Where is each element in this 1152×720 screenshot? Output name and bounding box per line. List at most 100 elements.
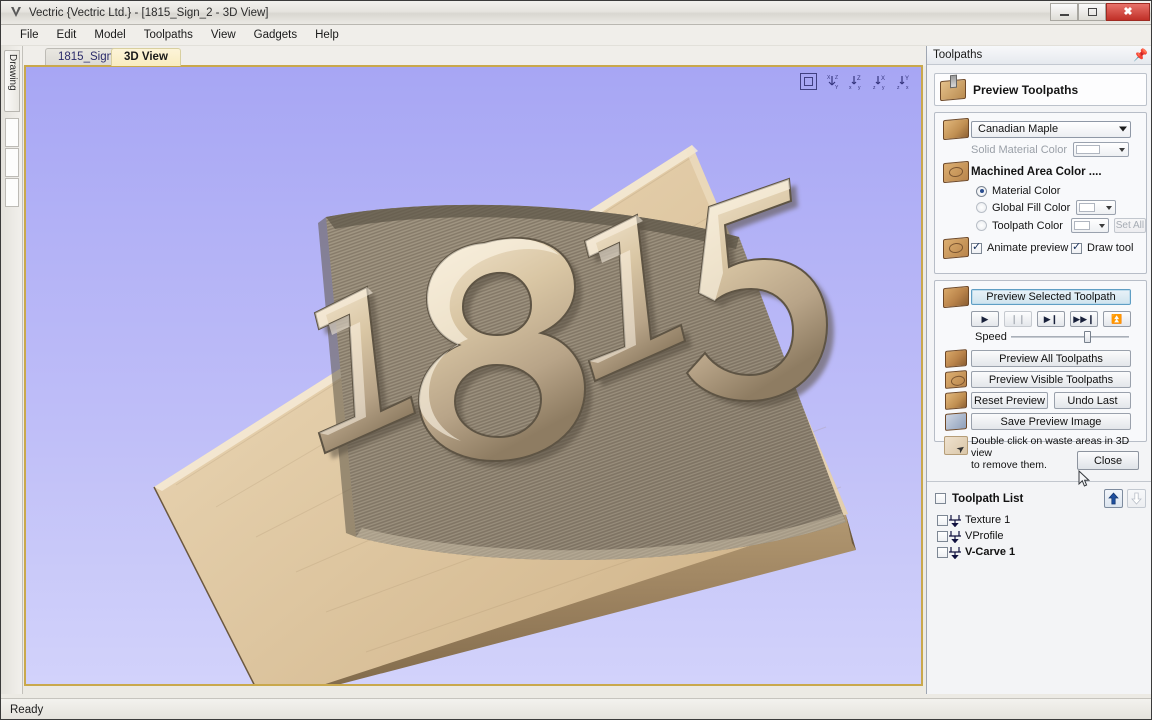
color-swatch — [1079, 203, 1095, 212]
list-item[interactable]: VProfile — [927, 528, 1151, 544]
fast-forward-button[interactable]: ▶▶❙ — [1070, 311, 1098, 327]
drawing-tab[interactable]: Drawing — [4, 50, 20, 112]
dock-title-label: Toolpaths — [933, 49, 983, 61]
material-select[interactable]: Canadian Maple — [971, 120, 1131, 138]
close-window-button[interactable]: ✖ — [1106, 3, 1150, 21]
chevron-down-icon — [1106, 205, 1112, 210]
preview-options-card: Canadian Maple Solid Material Color Mach… — [934, 112, 1147, 274]
radio-toolpath-color[interactable] — [976, 220, 987, 231]
svg-text:X: X — [827, 75, 831, 81]
tab-3d-view[interactable]: 3D View — [111, 48, 181, 66]
3d-viewport[interactable]: X Z Y Z x y X z y Y z x — [26, 67, 921, 684]
menu-bar: File Edit Model Toolpaths View Gadgets H… — [1, 25, 1151, 46]
move-down-button[interactable] — [1127, 489, 1146, 508]
carving-tool-icon — [940, 78, 966, 101]
left-dock-slot-2[interactable] — [5, 148, 19, 177]
chevron-down-icon — [1119, 126, 1127, 132]
x-axis-view-icon[interactable]: X z y — [872, 73, 889, 90]
minimize-button[interactable] — [1050, 3, 1078, 21]
status-text: Ready — [10, 703, 44, 716]
list-item[interactable]: Texture 1 — [927, 512, 1151, 528]
left-dock-slot-1[interactable] — [5, 118, 19, 147]
toolpath-tool-icon — [948, 530, 962, 543]
preview-toolpaths-label: Preview Toolpaths — [973, 82, 1079, 97]
save-preview-image-button[interactable]: Save Preview Image — [971, 413, 1131, 430]
y-axis-view-icon[interactable]: Y z x — [896, 73, 913, 90]
pin-icon[interactable]: 📌 — [1133, 48, 1148, 62]
view-control-buttons: X Z Y Z x y X z y Y z x — [800, 73, 913, 90]
preview-selected-toolpath-button[interactable]: Preview Selected Toolpath — [971, 289, 1131, 305]
menu-gadgets[interactable]: Gadgets — [245, 27, 306, 43]
preview-visible-toolpaths-button[interactable]: Preview Visible Toolpaths — [971, 371, 1131, 388]
isometric-view-icon[interactable]: X Z Y — [824, 73, 841, 90]
application-window: Vectric {Vectric Ltd.} - [1815_Sign_2 - … — [0, 0, 1152, 720]
draw-tool-checkbox[interactable] — [1071, 241, 1082, 254]
toolpath-visible-checkbox[interactable] — [937, 530, 948, 542]
svg-text:x: x — [849, 85, 852, 90]
move-up-button[interactable] — [1104, 489, 1123, 508]
window-controls: ✖ — [1050, 3, 1150, 21]
material-icon-slot — [935, 117, 971, 141]
window-title: Vectric {Vectric Ltd.} - [1815_Sign_2 - … — [29, 6, 269, 19]
vectric-logo-icon — [8, 6, 24, 20]
speed-slider-thumb[interactable] — [1084, 331, 1092, 343]
toolpath-visible-checkbox[interactable] — [937, 514, 948, 526]
animate-preview-label: Animate preview — [987, 242, 1069, 254]
svg-text:Y: Y — [835, 85, 839, 90]
toolpath-list-title: Toolpath List — [952, 492, 1024, 505]
preview-all-toolpaths-button[interactable]: Preview All Toolpaths — [971, 350, 1131, 367]
menu-toolpaths[interactable]: Toolpaths — [135, 27, 202, 43]
toolpath-tool-icon — [948, 546, 962, 559]
toolpath-color-select[interactable] — [1071, 218, 1109, 233]
play-button[interactable]: ▶ — [971, 311, 999, 327]
reset-preview-button[interactable]: Reset Preview — [971, 392, 1048, 409]
zoom-to-fit-icon[interactable] — [800, 73, 817, 90]
set-all-button[interactable]: Set All — [1113, 218, 1146, 233]
menu-model[interactable]: Model — [85, 27, 134, 43]
toolpath-visible-checkbox[interactable] — [937, 546, 948, 558]
toolpath-list-master-checkbox[interactable] — [935, 493, 946, 504]
undo-last-button[interactable]: Undo Last — [1054, 392, 1131, 409]
menu-view[interactable]: View — [202, 27, 245, 43]
pause-button[interactable]: ❙❙ — [1004, 311, 1032, 327]
toolpath-tool-icon — [948, 514, 962, 527]
preview-selected-icon-slot — [935, 285, 971, 309]
menu-edit[interactable]: Edit — [48, 27, 86, 43]
toolpaths-dock: Toolpaths 📌 Preview Toolpaths Canadian M… — [926, 46, 1151, 694]
close-panel-button[interactable]: Close — [1077, 451, 1139, 470]
solid-material-color-select[interactable] — [1073, 142, 1129, 157]
menu-help[interactable]: Help — [306, 27, 348, 43]
viewport-frame: X Z Y Z x y X z y Y z x — [24, 65, 923, 686]
svg-text:Z: Z — [835, 75, 838, 81]
3d-sign-model — [153, 145, 856, 684]
list-item[interactable]: V-Carve 1 — [927, 544, 1151, 560]
left-dock-slot-3[interactable] — [5, 178, 19, 207]
left-dock: Drawing — [1, 46, 23, 694]
speed-label: Speed — [975, 331, 1007, 343]
draw-tool-label: Draw tool — [1087, 242, 1134, 254]
close-row: Close — [934, 448, 1147, 474]
z-axis-view-icon[interactable]: Z x y — [848, 73, 865, 90]
title-bar: Vectric {Vectric Ltd.} - [1815_Sign_2 - … — [1, 1, 1151, 25]
drawing-tab-label: Drawing — [7, 54, 18, 91]
animate-preview-checkbox[interactable] — [971, 241, 982, 254]
toolpath-list-header: Toolpath List — [927, 486, 1151, 511]
radio-toolpath-color-label: Toolpath Color — [992, 219, 1063, 232]
menu-file[interactable]: File — [11, 27, 48, 43]
material-board-icon — [942, 117, 969, 141]
animate-preview-icon — [942, 236, 969, 260]
machined-area-icon — [942, 160, 969, 184]
reset-preview-icon — [944, 391, 967, 410]
to-end-button[interactable]: ⏫ — [1103, 311, 1131, 327]
status-bar: Ready — [1, 698, 1151, 719]
toolpath-list: Texture 1 VProfile V-Carve 1 — [927, 512, 1151, 717]
radio-global-fill-color[interactable] — [976, 202, 987, 213]
maximize-button[interactable] — [1078, 3, 1106, 21]
animate-icon-slot — [935, 236, 971, 260]
preview-toolpaths-header: Preview Toolpaths — [934, 73, 1147, 106]
step-forward-button[interactable]: ▶❙ — [1037, 311, 1065, 327]
global-fill-color-select[interactable] — [1076, 200, 1116, 215]
svg-text:z: z — [897, 85, 900, 90]
radio-material-color[interactable] — [976, 185, 987, 197]
speed-slider[interactable] — [1011, 331, 1129, 343]
